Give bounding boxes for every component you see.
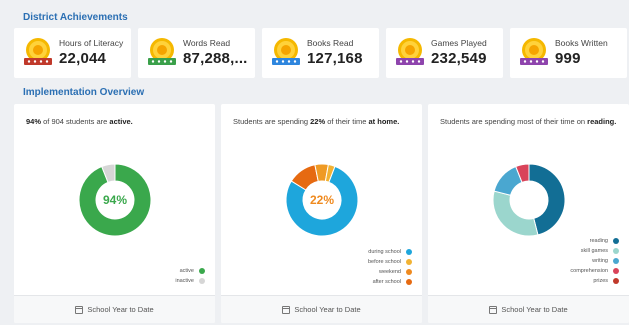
active-students-panel: 94% of 904 students are active. 94% acti…: [14, 104, 215, 323]
heading-emphasis: reading.: [587, 117, 617, 126]
legend-dot: [613, 278, 619, 284]
stat-card-words: Words Read 87,288,...: [138, 28, 255, 78]
active-legend: active inactive: [175, 266, 205, 286]
stat-label: Hours of Literacy: [59, 38, 124, 48]
stat-label: Books Read: [307, 38, 354, 48]
footer-label: School Year to Date: [501, 305, 568, 314]
stat-value: 127,168: [307, 50, 363, 67]
heading-emphasis: at home.: [368, 117, 400, 126]
implementation-panels: 94% of 904 students are active. 94% acti…: [14, 104, 629, 323]
stat-card-games: Games Played 232,549: [386, 28, 503, 78]
medal-books-icon: [272, 38, 300, 65]
legend-item[interactable]: prizes: [570, 276, 619, 286]
district-achievements-heading: District Achievements: [23, 12, 128, 23]
legend-dot: [613, 248, 619, 254]
activity-legend: reading skill games writing comprehensio…: [570, 236, 619, 286]
legend-label: after school: [372, 279, 401, 285]
footer-label: School Year to Date: [294, 305, 361, 314]
date-range-footer[interactable]: School Year to Date: [221, 295, 422, 323]
legend-label: active: [179, 268, 194, 274]
legend-item[interactable]: reading: [570, 236, 619, 246]
stat-label: Books Written: [555, 38, 608, 48]
legend-item[interactable]: skill games: [570, 246, 619, 256]
stat-value: 87,288,...: [183, 50, 248, 67]
stat-card-written: Books Written 999: [510, 28, 627, 78]
legend-dot: [406, 259, 412, 265]
panel-heading: Students are spending 22% of their time …: [233, 117, 399, 126]
heading-percent: 94%: [26, 117, 42, 126]
activity-donut-chart[interactable]: [483, 154, 575, 246]
achievement-stats: Hours of Literacy 22,044 Words Read 87,2…: [14, 28, 629, 78]
legend-label: reading: [589, 238, 608, 244]
legend-dot: [406, 279, 412, 285]
medal-words-icon: [148, 38, 176, 65]
stat-value: 999: [555, 50, 581, 67]
legend-label: comprehension: [570, 268, 608, 274]
heading-text: Students are spending: [233, 117, 311, 126]
legend-item[interactable]: writing: [570, 256, 619, 266]
date-range-footer[interactable]: School Year to Date: [428, 295, 629, 323]
calendar-icon: [489, 305, 498, 314]
home-time-legend: during school before school weekend afte…: [368, 247, 412, 287]
stat-label: Words Read: [183, 38, 231, 48]
donut-center-percent: 22%: [309, 193, 335, 207]
medal-games-icon: [396, 38, 424, 65]
legend-dot: [613, 268, 619, 274]
legend-dot: [613, 238, 619, 244]
legend-item[interactable]: inactive: [175, 276, 205, 286]
stat-label: Games Played: [431, 38, 487, 48]
legend-dot: [406, 249, 412, 255]
calendar-icon: [282, 305, 291, 314]
calendar-icon: [75, 305, 84, 314]
panel-heading: Students are spending most of their time…: [440, 117, 616, 126]
stat-value: 22,044: [59, 50, 107, 67]
heading-text: Students are spending most of their time…: [440, 117, 588, 126]
time-at-home-panel: Students are spending 22% of their time …: [221, 104, 422, 323]
legend-dot: [199, 278, 205, 284]
date-range-footer[interactable]: School Year to Date: [14, 295, 215, 323]
donut-center-percent: 94%: [102, 193, 128, 207]
legend-dot: [613, 258, 619, 264]
legend-item[interactable]: during school: [368, 247, 412, 257]
donut-slice[interactable]: [492, 190, 539, 237]
legend-item[interactable]: weekend: [368, 267, 412, 277]
heading-percent: 22%: [310, 117, 326, 126]
legend-dot: [199, 268, 205, 274]
heading-text: of 904 students are: [41, 117, 110, 126]
legend-label: before school: [367, 259, 401, 265]
stat-card-hours: Hours of Literacy 22,044: [14, 28, 131, 78]
legend-label: weekend: [378, 269, 401, 275]
legend-item[interactable]: after school: [368, 277, 412, 287]
legend-label: skill games: [580, 248, 608, 254]
legend-dot: [406, 269, 412, 275]
legend-item[interactable]: before school: [368, 257, 412, 267]
stat-card-books: Books Read 127,168: [262, 28, 379, 78]
legend-label: prizes: [593, 278, 608, 284]
legend-label: during school: [368, 249, 401, 255]
activity-breakdown-panel: Students are spending most of their time…: [428, 104, 629, 323]
panel-heading: 94% of 904 students are active.: [26, 117, 133, 126]
medal-written-icon: [520, 38, 548, 65]
heading-emphasis: active.: [109, 117, 133, 126]
implementation-overview-heading: Implementation Overview: [23, 87, 145, 98]
footer-label: School Year to Date: [87, 305, 154, 314]
legend-label: inactive: [175, 278, 194, 284]
legend-label: writing: [592, 258, 608, 264]
legend-item[interactable]: comprehension: [570, 266, 619, 276]
heading-text: of their time: [325, 117, 369, 126]
stat-value: 232,549: [431, 50, 487, 67]
medal-hours-icon: [24, 38, 52, 65]
legend-item[interactable]: active: [175, 266, 205, 276]
